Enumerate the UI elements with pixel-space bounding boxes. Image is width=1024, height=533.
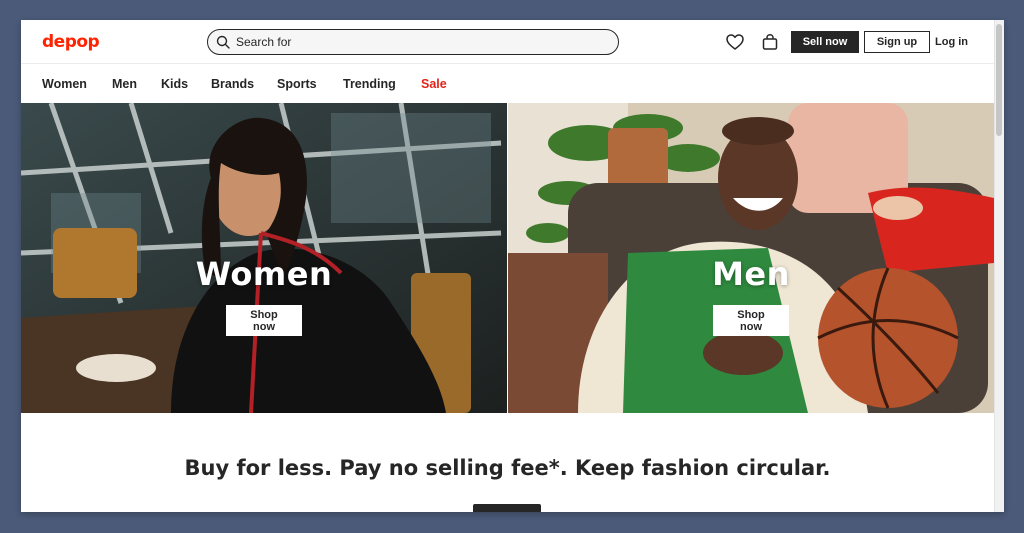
shop-men-button[interactable]: Shop now xyxy=(713,305,789,336)
hero-men-title: Men xyxy=(712,255,790,293)
nav-item-women[interactable]: Women xyxy=(42,77,87,91)
category-nav: Women Men Kids Brands Sports Trending Sa… xyxy=(21,65,994,103)
nav-item-sale[interactable]: Sale xyxy=(421,77,447,91)
shop-women-button[interactable]: Shop now xyxy=(226,305,302,336)
depop-logo[interactable]: depop xyxy=(42,32,100,52)
hero-women-panel[interactable]: Women Shop now xyxy=(21,103,507,413)
search-icon xyxy=(216,35,230,49)
browser-window: depop Sell now Sign up Log in Women Men … xyxy=(21,20,1004,512)
cta-button-partial[interactable] xyxy=(473,504,541,512)
search-input[interactable] xyxy=(236,33,606,51)
heart-icon[interactable] xyxy=(725,32,745,52)
sign-up-button[interactable]: Sign up xyxy=(864,31,930,53)
site-header: depop Sell now Sign up Log in xyxy=(21,20,994,64)
hero-women-title: Women xyxy=(195,255,333,293)
bag-icon[interactable] xyxy=(760,32,780,52)
nav-item-men[interactable]: Men xyxy=(112,77,137,91)
sell-now-button[interactable]: Sell now xyxy=(791,31,859,53)
search-bar[interactable] xyxy=(207,29,619,55)
nav-item-sports[interactable]: Sports xyxy=(277,77,317,91)
page-scrollbar[interactable] xyxy=(994,20,1004,512)
nav-item-kids[interactable]: Kids xyxy=(161,77,188,91)
log-in-link[interactable]: Log in xyxy=(935,36,968,48)
scrollbar-thumb[interactable] xyxy=(996,24,1002,136)
hero-men-panel[interactable]: Men Shop now xyxy=(508,103,994,413)
nav-item-brands[interactable]: Brands xyxy=(211,77,254,91)
nav-item-trending[interactable]: Trending xyxy=(343,77,396,91)
tagline-heading: Buy for less. Pay no selling fee*. Keep … xyxy=(184,456,831,480)
